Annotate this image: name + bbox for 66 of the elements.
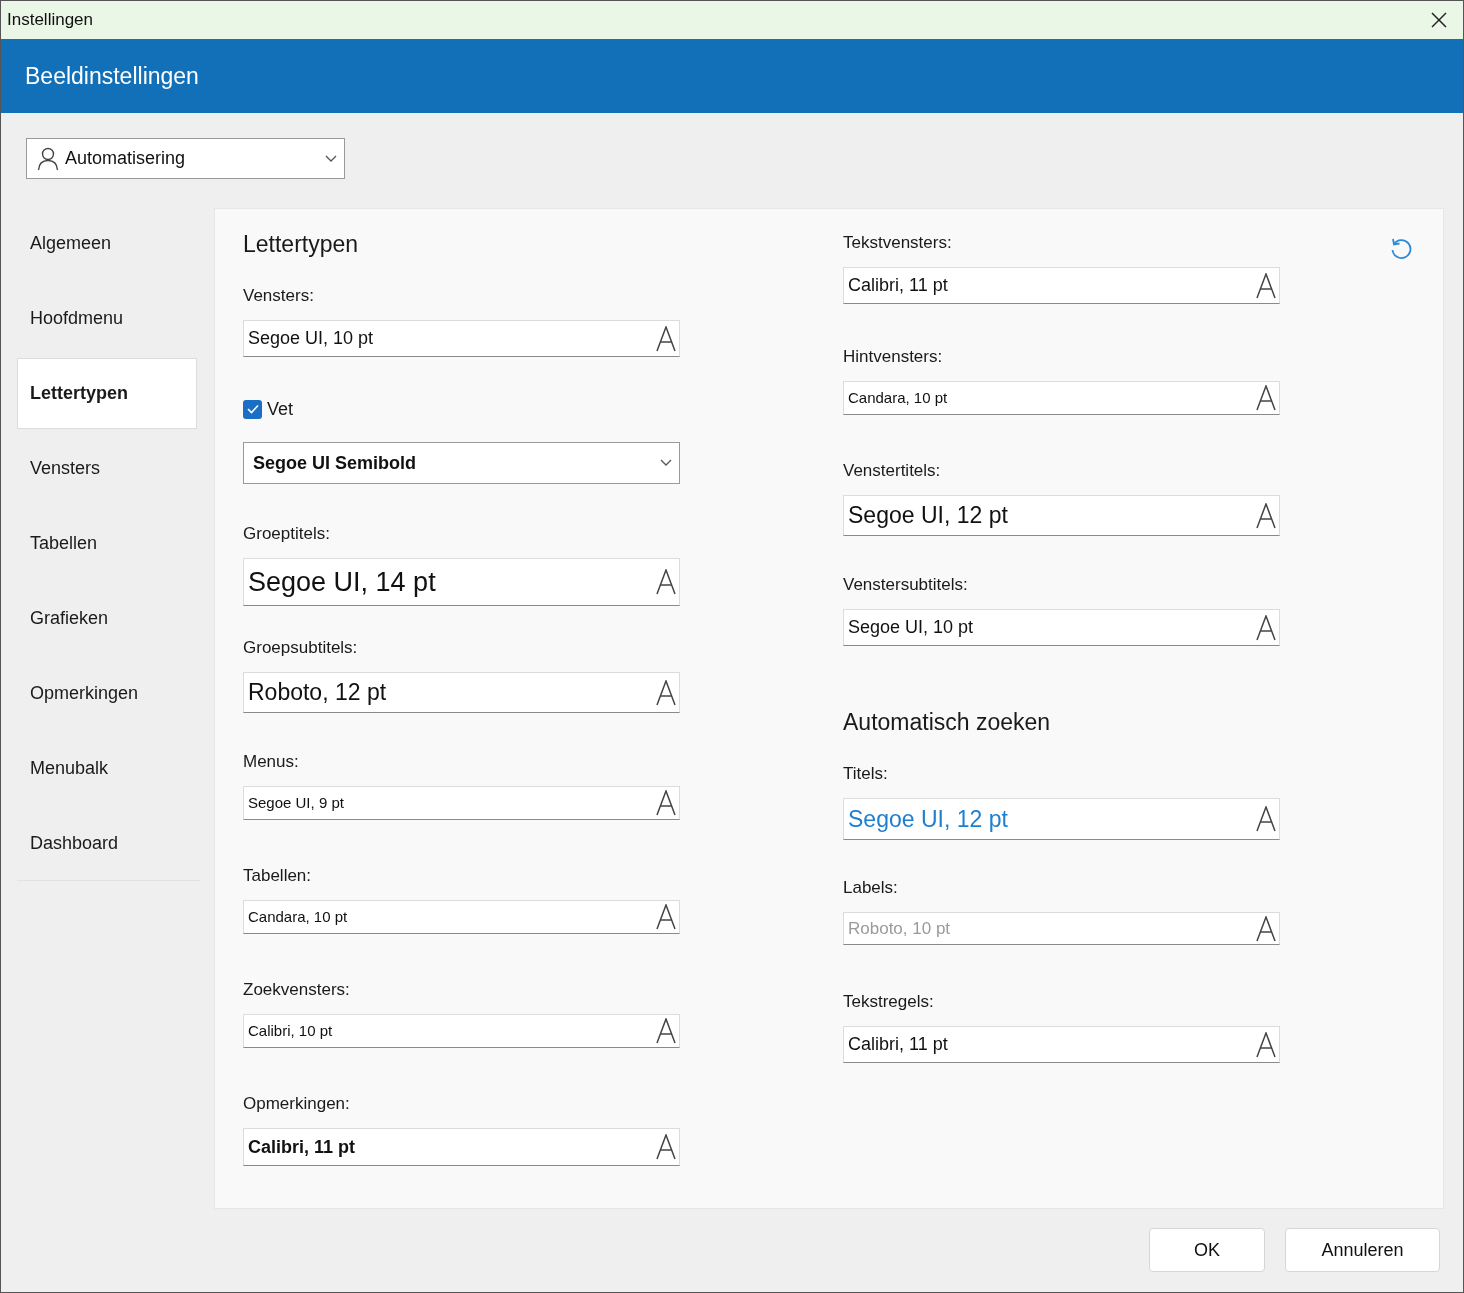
- font-icon: [1255, 614, 1277, 641]
- sidebar-item[interactable]: Hoofdmenu: [17, 283, 197, 354]
- user-icon: [37, 146, 59, 171]
- font-dropdown[interactable]: Segoe UI Semibold: [243, 442, 680, 484]
- sidebar-item[interactable]: Tabellen: [17, 508, 197, 579]
- section-heading: Lettertypen: [243, 232, 360, 256]
- field-label: Labels:: [843, 877, 898, 899]
- field-label: Titels:: [843, 763, 888, 785]
- font-icon: [655, 569, 677, 595]
- sidebar-item[interactable]: Grafieken: [17, 583, 197, 654]
- field-label: Menus:: [243, 751, 299, 773]
- chevron-down-icon: [660, 459, 672, 467]
- field-label: Tekstvensters:: [843, 232, 952, 254]
- sidebar-item[interactable]: Algemeen: [17, 208, 197, 279]
- font-field[interactable]: Calibri, 11 pt: [843, 1026, 1280, 1063]
- font-field[interactable]: Segoe UI, 12 pt: [843, 798, 1280, 840]
- close-icon[interactable]: [1431, 12, 1447, 28]
- font-icon: [655, 790, 677, 816]
- field-label: Vensters:: [243, 285, 314, 307]
- window-title: Instellingen: [7, 9, 93, 32]
- font-field[interactable]: Segoe UI, 10 pt: [843, 609, 1280, 646]
- cancel-button[interactable]: Annuleren: [1285, 1228, 1440, 1272]
- font-field[interactable]: Calibri, 11 pt: [843, 267, 1280, 304]
- font-icon: [1255, 502, 1277, 529]
- font-icon: [1255, 915, 1277, 942]
- field-label: Opmerkingen:: [243, 1093, 350, 1115]
- checkbox[interactable]: [243, 399, 262, 419]
- profile-dropdown[interactable]: Automatisering: [26, 138, 345, 179]
- sidebar-item[interactable]: Opmerkingen: [17, 658, 197, 729]
- font-field[interactable]: Candara, 10 pt: [243, 900, 680, 934]
- font-field[interactable]: Segoe UI, 10 pt: [243, 320, 680, 357]
- font-icon: [1255, 1031, 1277, 1058]
- ok-button[interactable]: OK: [1149, 1228, 1265, 1272]
- sidebar-item[interactable]: Dashboard: [17, 808, 197, 879]
- field-label: Hintvensters:: [843, 346, 943, 368]
- field-label: Venstersubtitels:: [843, 574, 968, 596]
- field-label: Tabellen:: [243, 865, 312, 887]
- font-field[interactable]: Calibri, 10 pt: [243, 1014, 680, 1048]
- sidebar-item[interactable]: Vensters: [17, 433, 197, 504]
- font-icon: [1255, 385, 1277, 411]
- font-icon: [1255, 272, 1277, 299]
- font-icon: [1255, 806, 1277, 832]
- font-field[interactable]: Candara, 10 pt: [843, 381, 1280, 415]
- field-label: Venstertitels:: [843, 460, 941, 482]
- font-icon: [655, 904, 677, 930]
- header-title: Beeldinstellingen: [25, 61, 199, 91]
- field-label: Tekstregels:: [843, 991, 934, 1013]
- checkbox-label: Vet: [267, 397, 294, 421]
- font-field[interactable]: Roboto, 12 pt: [243, 672, 680, 713]
- sidebar-item[interactable]: Lettertypen: [17, 358, 197, 429]
- chevron-down-icon: [325, 154, 337, 163]
- field-label: Zoekvensters:: [243, 979, 350, 1001]
- section-heading: Automatisch zoeken: [843, 710, 1052, 734]
- font-icon: [655, 325, 677, 352]
- field-label: Groeptitels:: [243, 523, 330, 545]
- font-field[interactable]: Segoe UI, 14 pt: [243, 558, 680, 606]
- font-field[interactable]: Segoe UI, 12 pt: [843, 495, 1280, 536]
- font-icon: [655, 1018, 677, 1044]
- font-icon: [655, 679, 677, 706]
- field-label: Groepsubtitels:: [243, 637, 358, 659]
- font-field[interactable]: Calibri, 11 pt: [243, 1128, 680, 1166]
- reset-icon[interactable]: [1389, 236, 1413, 260]
- sidebar-item[interactable]: Menubalk: [17, 733, 197, 804]
- font-icon: [655, 1134, 677, 1160]
- font-field[interactable]: Segoe UI, 9 pt: [243, 786, 680, 820]
- check-icon: [246, 404, 259, 414]
